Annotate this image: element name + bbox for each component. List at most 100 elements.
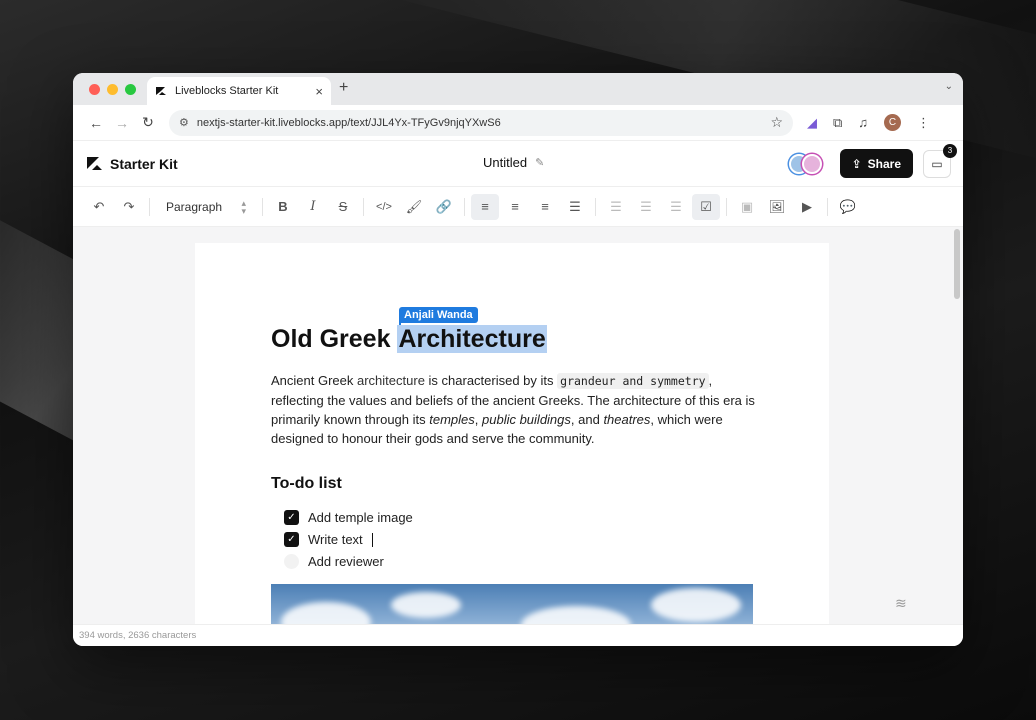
bold-icon[interactable]: B [269,194,297,220]
toolbar-divider [149,197,150,216]
align-justify-icon[interactable]: ☰ [561,194,589,220]
todo-label[interactable]: Add temple image [308,510,413,525]
liveblocks-extension-icon[interactable]: ◢ [807,115,817,131]
document-heading[interactable]: Old Greek Architecture [271,325,547,354]
paragraph[interactable]: Ancient Greek architecture is characteri… [271,371,761,448]
todo-label[interactable]: Write text [308,532,363,547]
toolbar-divider [464,197,465,216]
notification-badge: 3 [943,143,957,158]
comment-icon[interactable]: 💬 [834,194,862,220]
app-header: Starter Kit Untitled ✎ ⇪ Share ▭ 3 [73,141,963,187]
bullet-list-icon[interactable]: ☰ [602,194,630,220]
cloud [521,606,631,624]
collaborator-cursor-label: Anjali Wanda [399,307,478,323]
document-title-text: Untitled [483,155,528,170]
browser-menu-icon[interactable]: ⋮ [917,115,930,131]
reload-icon[interactable]: ↻ [135,114,161,131]
toolbar-divider [363,197,364,216]
editor-area: Anjali Wanda Old Greek Architecture Anci… [73,227,963,624]
share-button-label: Share [867,156,901,171]
drag-handle-icon[interactable]: ≋ [895,595,907,612]
maximize-window-button[interactable] [125,84,136,95]
italic-text: theatres [603,412,651,427]
cloud [391,592,461,618]
tab-title: Liveblocks Starter Kit [175,85,279,97]
bookmark-star-icon[interactable]: ☆ [770,114,783,131]
align-center-icon[interactable]: ≡ [501,194,529,220]
browser-window: Liveblocks Starter Kit × + ⌄ ← → ↻ ⚙ nex… [73,73,963,646]
browser-tab[interactable]: Liveblocks Starter Kit × [147,77,331,105]
cloud [651,588,741,622]
todo-item: ✓ Write text [284,532,373,547]
toolbar-divider [595,197,596,216]
unchecked-checkbox[interactable] [284,554,299,569]
paragraph-text: Ancient Greek [271,373,357,388]
code-block-icon[interactable]: ▣ [733,194,761,220]
header-actions: ⇪ Share ▭ 3 [788,143,957,178]
checked-checkbox[interactable]: ✓ [284,510,299,525]
forward-icon[interactable]: → [109,115,135,131]
todo-heading[interactable]: To-do list [271,475,342,493]
highlight-brush-icon[interactable]: 🖌 [400,194,428,220]
toolbar-divider [827,197,828,216]
youtube-icon[interactable]: ▶ [793,194,821,220]
text-caret [371,532,373,547]
profile-avatar[interactable]: C [884,114,902,131]
cloud [281,602,371,624]
todo-item: Add reviewer [284,554,384,569]
url-text: nextjs-starter-kit.liveblocks.app/text/J… [196,116,501,129]
collaborator-avatars[interactable] [788,153,822,174]
document-title[interactable]: Untitled ✎ [483,155,544,170]
todo-item: ✓ Add temple image [284,510,413,525]
inbox-icon: ▭ [931,156,943,171]
block-type-select[interactable]: Paragraph ▴ ▾ [156,197,256,216]
toolbar-divider [262,197,263,216]
back-icon[interactable]: ← [83,115,109,131]
chevron-up-down-icon: ▴ ▾ [241,197,246,216]
avatar[interactable] [801,153,822,174]
todo-label[interactable]: Add reviewer [308,554,384,569]
heading-text: Old Greek [271,325,398,353]
redo-icon[interactable]: ↷ [115,194,143,220]
align-right-icon[interactable]: ≡ [531,194,559,220]
document-page[interactable]: Anjali Wanda Old Greek Architecture Anci… [195,243,907,624]
task-list-icon[interactable]: ☑ [692,193,720,220]
link-icon[interactable]: 🔗 [430,194,458,220]
paragraph-text: architecture [357,373,425,388]
italic-text: public buildings [482,412,571,427]
brand-name: Starter Kit [110,155,178,172]
tab-strip: Liveblocks Starter Kit × + ⌄ [73,73,963,105]
formatting-toolbar: ↶ ↷ Paragraph ▴ ▾ B I S </> 🖌 🔗 ≡ ≡ ≡ ☰ ☰… [73,187,963,227]
italic-icon[interactable]: I [299,194,327,220]
new-tab-button[interactable]: + [339,79,348,97]
close-tab-icon[interactable]: × [315,84,323,99]
temple-image[interactable] [271,584,753,624]
inbox-button[interactable]: ▭ 3 [923,143,957,178]
paragraph-text: , and [570,412,604,427]
url-bar[interactable]: ⚙ nextjs-starter-kit.liveblocks.app/text… [169,109,793,136]
minimize-window-button[interactable] [107,84,118,95]
rename-icon[interactable]: ✎ [535,156,544,169]
tab-search-icon[interactable]: ⌄ [945,81,953,92]
strikethrough-icon[interactable]: S [329,194,357,220]
media-control-icon[interactable]: ♫ [858,115,868,130]
numbered-list-icon[interactable]: ☰ [632,194,660,220]
inline-code: grandeur and symmetry [557,373,709,389]
block-type-value: Paragraph [166,199,223,214]
code-icon[interactable]: </> [370,194,398,220]
extensions-puzzle-icon[interactable]: ⧉ [833,115,842,131]
image-icon[interactable]: 🖼 [763,194,791,220]
checked-checkbox[interactable]: ✓ [284,532,299,547]
align-left-icon[interactable]: ≡ [471,193,499,220]
word-count-status: 394 words, 2636 characters [73,624,963,646]
toolbar-divider [726,197,727,216]
scrollbar[interactable] [954,229,960,299]
indent-icon[interactable]: ☰ [662,194,690,220]
share-button[interactable]: ⇪ Share [839,149,913,178]
liveblocks-logo-icon [87,157,102,170]
close-window-button[interactable] [89,84,100,95]
site-settings-icon[interactable]: ⚙ [179,116,189,129]
window-controls [89,84,136,95]
brand[interactable]: Starter Kit [87,156,178,172]
undo-icon[interactable]: ↶ [85,194,113,220]
